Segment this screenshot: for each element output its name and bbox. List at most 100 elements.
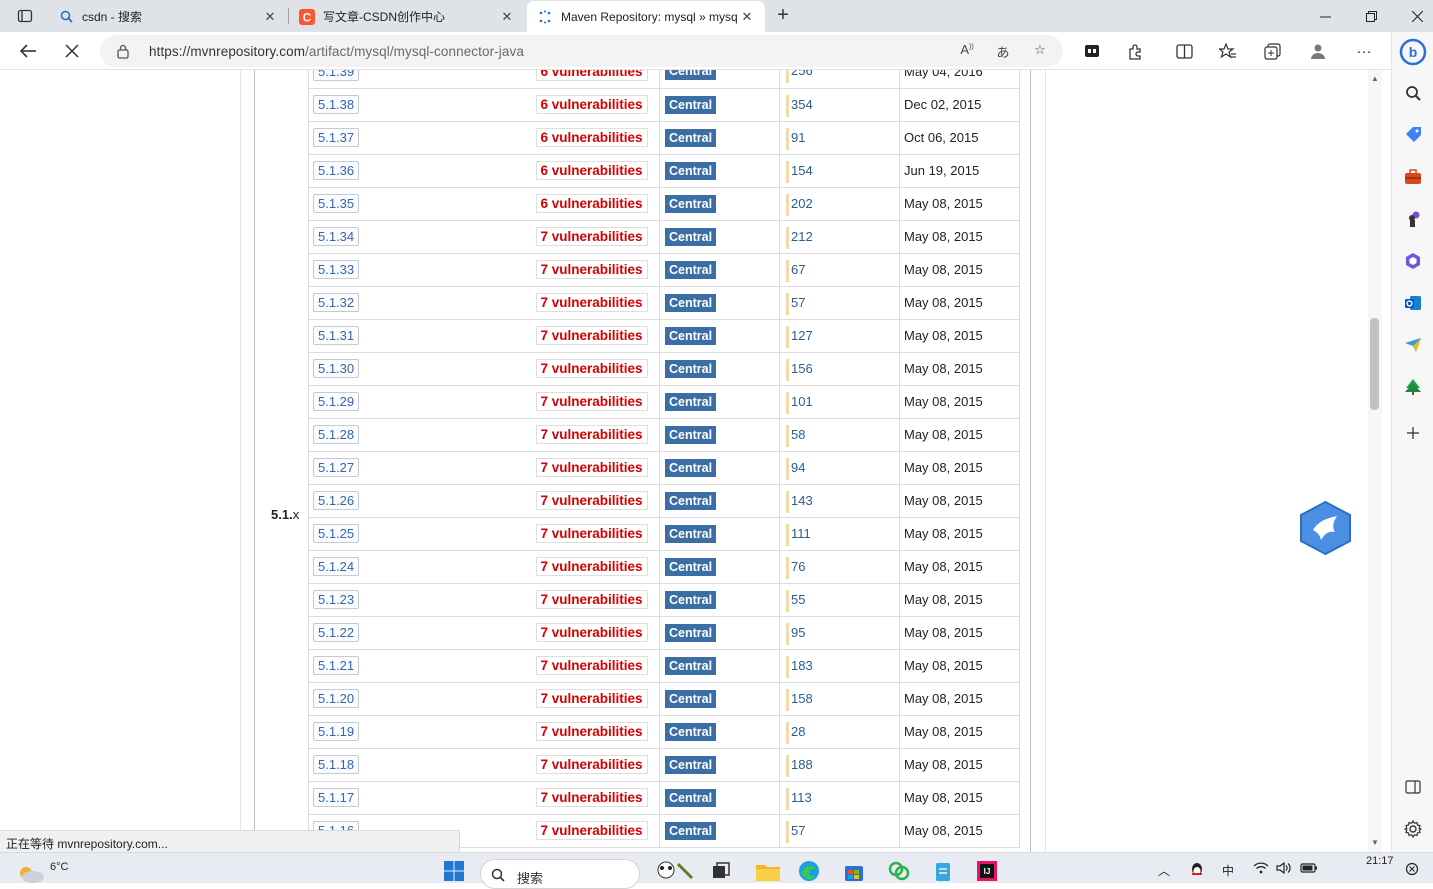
usages-link[interactable]: 156 [791, 361, 813, 376]
version-link[interactable]: 5.1.23 [313, 590, 360, 609]
vulnerabilities-link[interactable]: 7 vulnerabilities [535, 722, 648, 741]
green-app-icon[interactable] [888, 860, 910, 882]
repository-badge[interactable]: Central [665, 95, 717, 114]
tree-icon[interactable] [1402, 376, 1424, 398]
repository-badge[interactable]: Central [665, 755, 717, 774]
usages-link[interactable]: 143 [791, 493, 813, 508]
search-highlight-panda-icon[interactable] [648, 860, 696, 882]
usages-link[interactable]: 57 [791, 823, 805, 838]
floating-assistant-bird-icon[interactable] [1299, 500, 1352, 556]
close-icon[interactable]: ✕ [499, 9, 515, 25]
version-link[interactable]: 5.1.36 [313, 161, 360, 180]
hide-sidebar-icon[interactable] [1402, 776, 1424, 798]
tab-actions-button[interactable] [10, 4, 40, 28]
microsoft-365-icon[interactable] [1402, 250, 1424, 272]
outlook-icon[interactable] [1402, 292, 1424, 314]
tab-csdn-write[interactable]: C 写文章-CSDN创作中心 ✕ [289, 1, 525, 32]
version-link[interactable]: 5.1.30 [313, 359, 360, 378]
new-tab-button[interactable]: + [770, 3, 796, 29]
repository-badge[interactable]: Central [665, 425, 717, 444]
repository-badge[interactable]: Central [665, 260, 717, 279]
version-link[interactable]: 5.1.21 [313, 656, 360, 675]
collections-icon[interactable] [1261, 41, 1283, 61]
usages-link[interactable]: 111 [791, 526, 811, 541]
repository-badge[interactable]: Central [665, 788, 717, 807]
vulnerabilities-link[interactable]: 7 vulnerabilities [535, 359, 648, 378]
collections-game-icon[interactable] [1081, 41, 1103, 61]
profile-avatar-icon[interactable] [1307, 41, 1329, 61]
tab-csdn-search[interactable]: csdn - 搜索 ✕ [48, 1, 288, 32]
version-link[interactable]: 5.1.22 [313, 623, 360, 642]
usages-link[interactable]: 188 [791, 757, 813, 772]
repository-badge[interactable]: Central [665, 491, 717, 510]
bing-chat-icon[interactable]: b [1399, 38, 1427, 66]
repository-badge[interactable]: Central [665, 557, 717, 576]
close-icon[interactable]: ✕ [739, 9, 755, 25]
repository-badge[interactable]: Central [665, 656, 717, 675]
usages-link[interactable]: 94 [791, 460, 805, 475]
more-options-icon[interactable]: ··· [1353, 41, 1375, 61]
address-bar[interactable]: https://mvnrepository.com/artifact/mysql… [100, 35, 1063, 67]
vulnerabilities-link[interactable]: 6 vulnerabilities [535, 128, 648, 147]
usages-link[interactable]: 256 [791, 70, 813, 78]
usages-link[interactable]: 67 [791, 262, 805, 277]
usages-link[interactable]: 354 [791, 97, 813, 112]
version-link[interactable]: 5.1.31 [313, 326, 360, 345]
restore-button[interactable] [1348, 0, 1394, 32]
version-link[interactable]: 5.1.18 [313, 755, 360, 774]
usages-link[interactable]: 58 [791, 427, 805, 442]
repository-badge[interactable]: Central [665, 458, 717, 477]
repository-badge[interactable]: Central [665, 293, 717, 312]
scrollbar-thumb[interactable] [1370, 318, 1379, 410]
version-link[interactable]: 5.1.24 [313, 557, 360, 576]
weather-cloud-icon[interactable] [16, 861, 46, 883]
edge-browser-icon[interactable] [798, 860, 820, 882]
split-screen-icon[interactable] [1173, 41, 1195, 61]
repository-badge[interactable]: Central [665, 821, 717, 840]
url-text[interactable]: https://mvnrepository.com/artifact/mysql… [149, 44, 524, 59]
task-view-icon[interactable] [710, 860, 732, 882]
vulnerabilities-link[interactable]: 7 vulnerabilities [535, 656, 648, 675]
repository-badge[interactable]: Central [665, 227, 717, 246]
usages-link[interactable]: 127 [791, 328, 813, 343]
version-link[interactable]: 5.1.38 [313, 95, 360, 114]
vulnerabilities-link[interactable]: 7 vulnerabilities [535, 524, 648, 543]
version-link[interactable]: 5.1.32 [313, 293, 360, 312]
scroll-down-icon[interactable]: ▼ [1370, 838, 1380, 847]
page-scrollbar[interactable]: ▲ ▼ [1368, 70, 1382, 852]
favorites-icon[interactable] [1217, 41, 1239, 61]
usages-link[interactable]: 202 [791, 196, 813, 211]
vulnerabilities-link[interactable]: 7 vulnerabilities [535, 326, 648, 345]
version-link[interactable]: 5.1.20 [313, 689, 360, 708]
vulnerabilities-link[interactable]: 7 vulnerabilities [535, 491, 648, 510]
version-link[interactable]: 5.1.29 [313, 392, 360, 411]
settings-gear-icon[interactable] [1402, 818, 1424, 840]
version-link[interactable]: 5.1.19 [313, 722, 360, 741]
repository-badge[interactable]: Central [665, 161, 717, 180]
vulnerabilities-link[interactable]: 7 vulnerabilities [535, 623, 648, 642]
file-explorer-icon[interactable] [755, 860, 781, 882]
vulnerabilities-link[interactable]: 7 vulnerabilities [535, 458, 648, 477]
usages-link[interactable]: 183 [791, 658, 813, 673]
vulnerabilities-link[interactable]: 7 vulnerabilities [535, 293, 648, 312]
weather-temperature[interactable]: 6°C [50, 861, 68, 873]
vulnerabilities-link[interactable]: 7 vulnerabilities [535, 425, 648, 444]
notepad-icon[interactable] [932, 860, 954, 882]
show-hidden-icons-chevron-icon[interactable]: ︿ [1158, 862, 1170, 879]
version-link[interactable]: 5.1.35 [313, 194, 360, 213]
repository-badge[interactable]: Central [665, 326, 717, 345]
version-link[interactable]: 5.1.39 [313, 70, 360, 81]
close-window-button[interactable] [1394, 0, 1433, 32]
windows-start-icon[interactable] [443, 860, 465, 882]
vulnerabilities-link[interactable]: 7 vulnerabilities [535, 260, 648, 279]
repository-badge[interactable]: Central [665, 722, 717, 741]
version-link[interactable]: 5.1.25 [313, 524, 360, 543]
lock-icon[interactable] [116, 43, 130, 62]
vulnerabilities-link[interactable]: 7 vulnerabilities [535, 227, 648, 246]
read-aloud-icon[interactable]: A)) [958, 42, 976, 60]
vulnerabilities-link[interactable]: 7 vulnerabilities [535, 557, 648, 576]
taskbar-search-box[interactable]: 搜索 [480, 859, 640, 889]
usages-link[interactable]: 91 [791, 130, 805, 145]
usages-link[interactable]: 154 [791, 163, 813, 178]
version-link[interactable]: 5.1.28 [313, 425, 360, 444]
